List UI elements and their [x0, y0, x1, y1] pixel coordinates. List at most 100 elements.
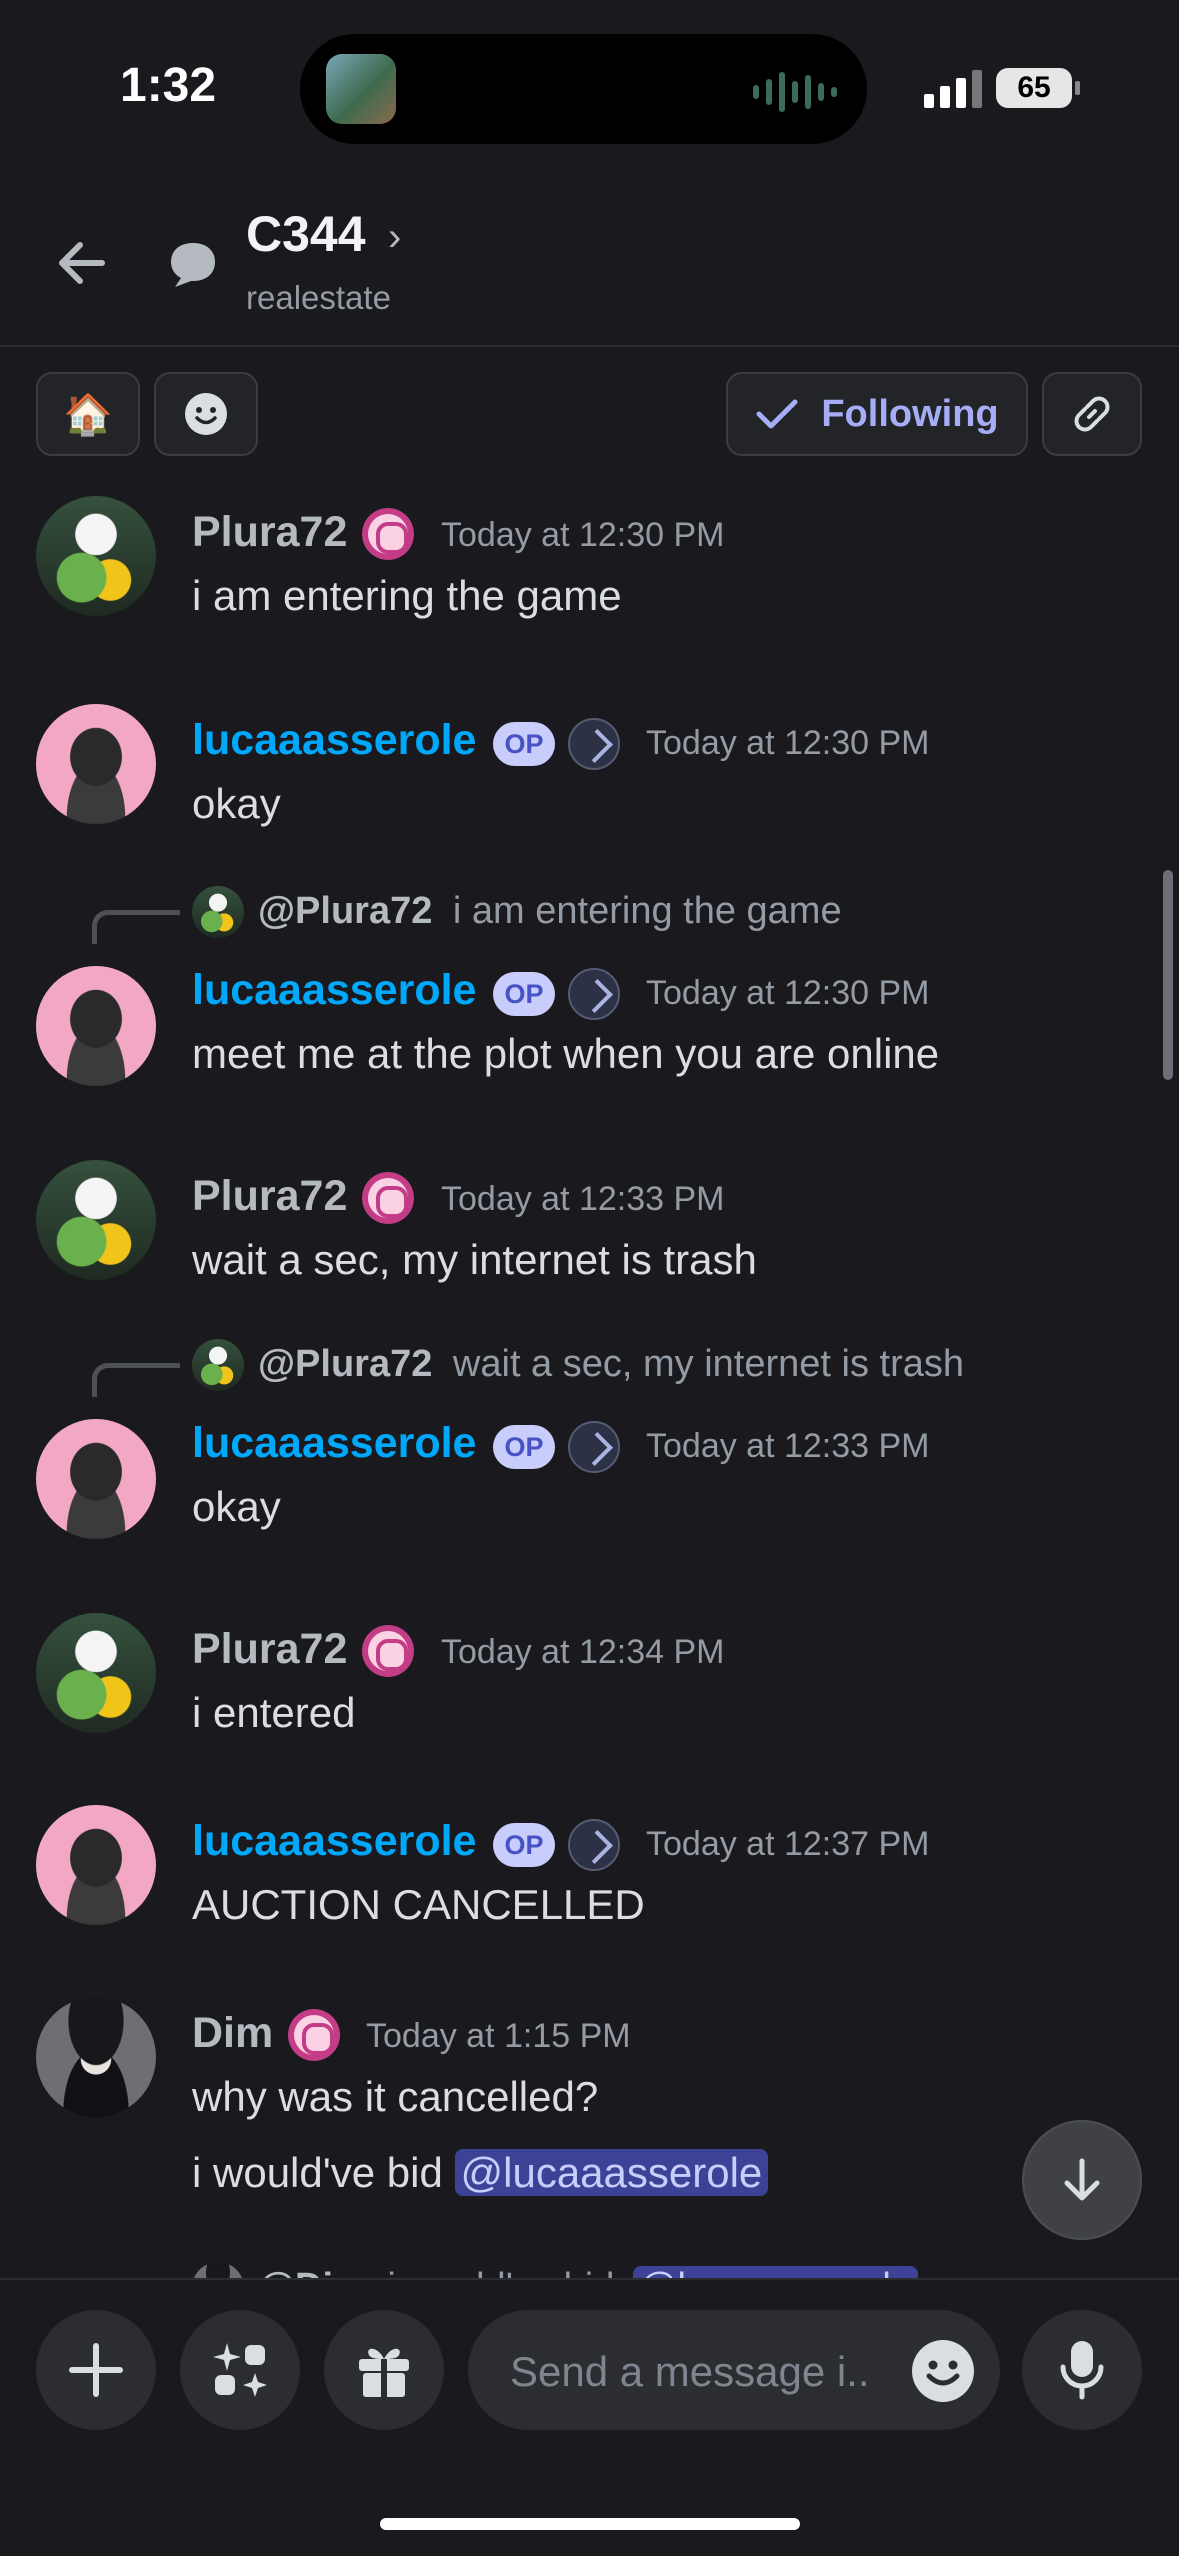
message-item[interactable]: Plura72 Today at 12:30 PM i am entering … [0, 496, 1179, 656]
following-button[interactable]: Following [726, 372, 1028, 456]
op-badge: OP [493, 1823, 555, 1867]
attach-button[interactable] [36, 2310, 156, 2430]
parent-channel-name[interactable]: realestate [246, 279, 391, 317]
server-badge-icon[interactable] [568, 1819, 620, 1871]
server-badge-icon[interactable] [568, 968, 620, 1020]
timestamp: Today at 12:33 PM [441, 1180, 725, 1218]
reply-preview[interactable]: @Plura72 wait a sec, my internet is tras… [258, 1343, 964, 1386]
following-label: Following [821, 392, 999, 435]
message-item[interactable]: lucaaasserole OP Today at 12:30 PM okay [0, 704, 1179, 844]
avatar[interactable] [36, 966, 156, 1086]
cellular-signal-icon [924, 70, 982, 108]
avatar[interactable] [36, 1160, 156, 1280]
username[interactable]: Plura72 [192, 1625, 347, 1674]
status-time: 1:32 [120, 59, 217, 112]
sparkle-apps-icon [213, 2343, 267, 2397]
avatar[interactable] [36, 496, 156, 616]
timestamp: Today at 12:34 PM [441, 1633, 725, 1671]
reply-username: @Plura72 [258, 1343, 433, 1385]
message-item[interactable]: Plura72 Today at 12:33 PM wait a sec, my… [0, 1160, 1179, 1300]
thread-title[interactable]: C344 [246, 205, 366, 263]
message-text: AUCTION CANCELLED [192, 1881, 645, 1928]
username[interactable]: lucaaasserole [192, 716, 476, 765]
timestamp: Today at 12:33 PM [646, 1427, 930, 1465]
op-badge: OP [493, 972, 555, 1016]
username[interactable]: lucaaasserole [192, 1817, 476, 1866]
user-mention[interactable]: @lucaaasserole [454, 2149, 769, 2196]
server-badge-icon[interactable] [362, 508, 414, 560]
apps-button[interactable] [180, 2310, 300, 2430]
tag-button-house[interactable]: 🏠 [36, 372, 140, 456]
reply-text: wait a sec, my internet is trash [452, 1343, 964, 1385]
message-composer: Send a message i.. [0, 2278, 1179, 2556]
server-badge-icon[interactable] [288, 2009, 340, 2061]
avatar[interactable] [36, 1997, 156, 2117]
message-text: why was it cancelled? [192, 2073, 599, 2120]
house-emoji-icon: 🏠 [63, 392, 113, 437]
chevron-right-icon[interactable]: › [388, 215, 401, 260]
message-text: i would've bid @lucaaasserole [192, 2149, 769, 2197]
message-item[interactable]: Plura72 Today at 12:34 PM i entered [0, 1613, 1179, 1753]
avatar[interactable] [36, 1613, 156, 1733]
reply-connector [92, 1363, 180, 1397]
reply-avatar [192, 886, 244, 938]
gift-button[interactable] [324, 2310, 444, 2430]
voice-message-button[interactable] [1022, 2310, 1142, 2430]
timestamp: Today at 12:37 PM [646, 1825, 930, 1863]
message-input[interactable]: Send a message i.. [468, 2310, 1000, 2430]
reply-text: i would've bid [387, 2266, 614, 2278]
message-list[interactable]: Plura72 Today at 12:30 PM i am entering … [0, 460, 1179, 2278]
dynamic-island[interactable] [300, 34, 867, 144]
thread-toolbar: 🏠 Following [0, 372, 1179, 458]
back-arrow-icon[interactable] [52, 233, 112, 293]
server-badge-icon[interactable] [568, 1421, 620, 1473]
message-text: meet me at the plot when you are online [192, 1030, 940, 1077]
timestamp: Today at 12:30 PM [646, 974, 930, 1012]
status-bar: 1:32 65 [0, 0, 1179, 175]
scrollbar[interactable] [1163, 870, 1173, 1080]
add-reaction-button[interactable] [154, 372, 258, 456]
user-mention[interactable]: @lucaaasserole [632, 2266, 918, 2278]
username[interactable]: Plura72 [192, 1172, 347, 1221]
reply-preview[interactable]: @Plura72 i am entering the game [258, 890, 842, 933]
now-playing-thumbnail [326, 54, 396, 124]
timestamp: Today at 1:15 PM [366, 2017, 631, 2055]
message-text: okay [192, 780, 281, 827]
avatar[interactable] [36, 704, 156, 824]
reply-username: @Plura72 [258, 890, 433, 932]
username[interactable]: lucaaasserole [192, 966, 476, 1015]
reply-username: @Dim [258, 2266, 367, 2278]
message-text: okay [192, 1483, 281, 1530]
username[interactable]: Dim [192, 2009, 273, 2058]
jump-to-bottom-button[interactable] [1022, 2120, 1142, 2240]
copy-link-button[interactable] [1042, 372, 1142, 456]
message-text-part: i would've bid [192, 2149, 455, 2196]
op-badge: OP [493, 722, 555, 766]
checkmark-icon [756, 399, 798, 429]
reply-preview[interactable]: @Dim i would've bid @lucaaasserole [258, 2266, 918, 2278]
emoji-picker-icon[interactable] [910, 2338, 976, 2404]
message-item[interactable]: @Plura72 wait a sec, my internet is tras… [0, 1333, 1179, 1563]
reply-text: i am entering the game [452, 890, 842, 932]
username[interactable]: Plura72 [192, 508, 347, 557]
message-text: wait a sec, my internet is trash [192, 1236, 757, 1283]
thread-icon [171, 243, 215, 287]
username[interactable]: lucaaasserole [192, 1419, 476, 1468]
audio-wave-icon [753, 72, 837, 112]
battery-indicator: 65 [996, 68, 1080, 108]
server-badge-icon[interactable] [568, 718, 620, 770]
message-item[interactable]: @Plura72 i am entering the game lucaaass… [0, 880, 1179, 1110]
plus-icon [69, 2343, 123, 2397]
message-item[interactable]: Dim Today at 1:15 PM why was it cancelle… [0, 1997, 1179, 2237]
avatar[interactable] [36, 1419, 156, 1539]
avatar[interactable] [36, 1805, 156, 1925]
server-badge-icon[interactable] [362, 1172, 414, 1224]
server-badge-icon[interactable] [362, 1625, 414, 1677]
home-indicator[interactable] [380, 2518, 800, 2530]
message-item[interactable]: lucaaasserole OP Today at 12:37 PM AUCTI… [0, 1805, 1179, 1945]
message-input-placeholder: Send a message i.. [510, 2348, 870, 2395]
microphone-icon [1060, 2341, 1104, 2400]
message-item[interactable]: @Dim i would've bid @lucaaasserole [0, 2256, 1179, 2278]
thread-header: C344 › realestate [0, 175, 1179, 347]
message-text: i am entering the game [192, 572, 622, 619]
